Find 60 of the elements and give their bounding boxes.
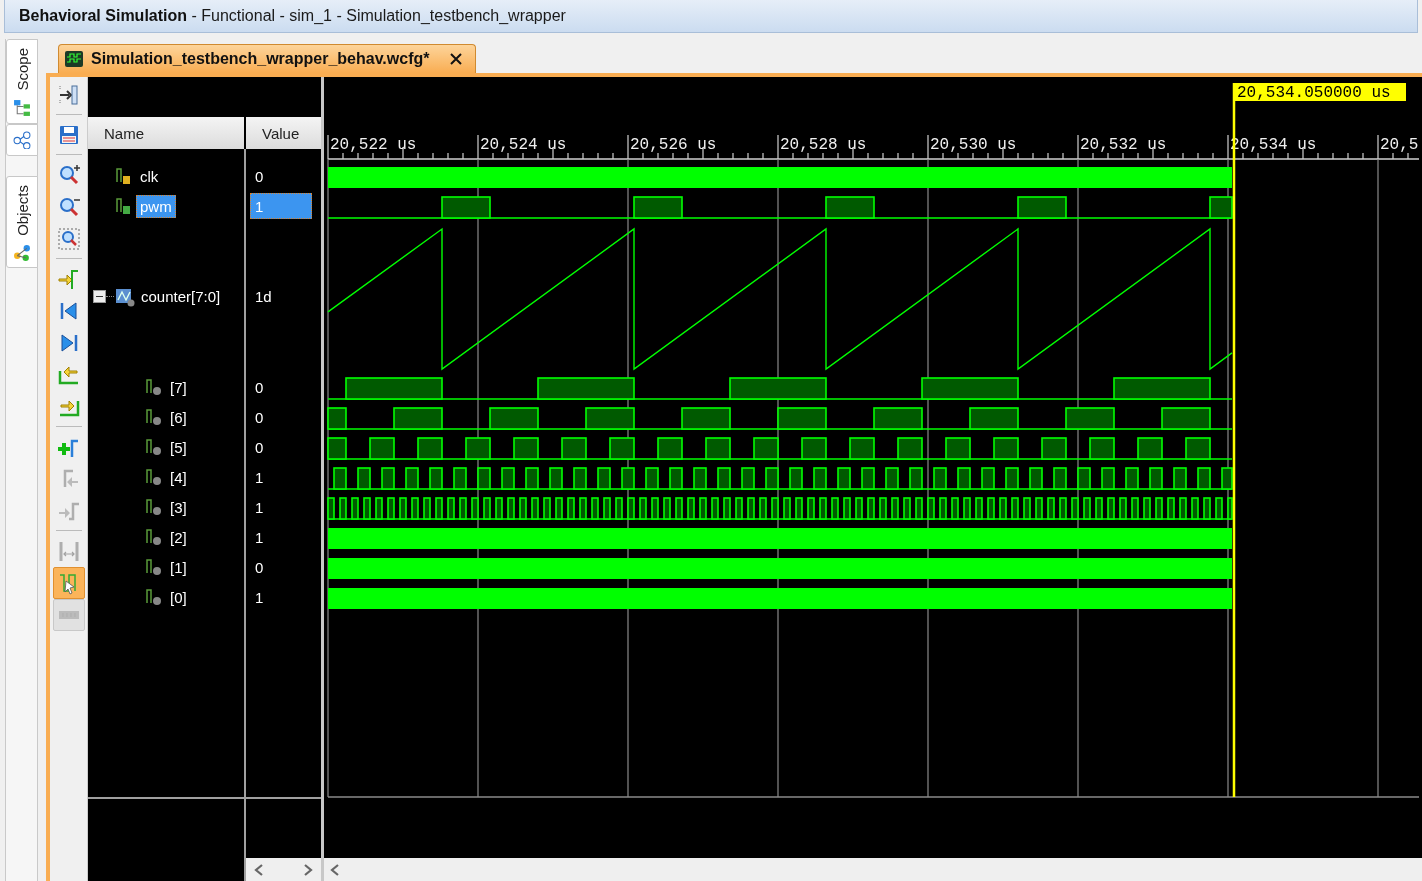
signal-name[interactable]: [3] xyxy=(166,495,191,519)
chevron-right-icon[interactable] xyxy=(303,863,313,876)
signal-name[interactable]: [1] xyxy=(166,555,191,579)
signal-value: 0 xyxy=(254,437,265,458)
side-tab[interactable] xyxy=(6,123,38,156)
signal-name[interactable]: [6] xyxy=(166,405,191,429)
time-label: 20,532 us xyxy=(1080,136,1167,154)
zoom-fit-icon xyxy=(56,227,81,251)
chevron-left-icon[interactable] xyxy=(254,863,264,876)
signal-value: 0 xyxy=(254,557,265,578)
editor-tab[interactable]: Simulation_testbench_wrapper_behav.wcfg* xyxy=(58,44,477,73)
cursor-time-label: 20,534.050000 us xyxy=(1234,83,1406,102)
signal-icon xyxy=(144,467,164,487)
signal-icon xyxy=(144,407,164,427)
time-label: 20,528 us xyxy=(780,136,867,154)
signal-name[interactable]: [7] xyxy=(166,375,191,399)
close-icon[interactable] xyxy=(449,52,464,66)
collapse-icon[interactable] xyxy=(93,290,106,303)
hierarchy-icon xyxy=(13,98,31,117)
signal-icon xyxy=(144,527,164,547)
waveform-icon xyxy=(65,51,83,67)
scrollbar[interactable] xyxy=(324,858,1422,881)
signal-icon xyxy=(144,557,164,577)
column-header[interactable]: Name xyxy=(88,117,244,149)
signal-value: 0 xyxy=(254,377,265,398)
time-label: 20,530 us xyxy=(930,136,1017,154)
window-title: Behavioral Simulation - Functional - sim_1 - Simulation_testbench_wrapper xyxy=(19,7,566,25)
signal-name[interactable]: [2] xyxy=(166,525,191,549)
scrollbar[interactable] xyxy=(246,858,321,881)
signal-value: 1 xyxy=(254,467,265,488)
chevron-left-icon[interactable] xyxy=(330,863,340,876)
signal-icon xyxy=(144,437,164,457)
column-header[interactable]: Value xyxy=(246,117,321,149)
signal-name[interactable]: clk xyxy=(136,164,163,188)
signal-value: 1 xyxy=(254,497,265,518)
time-label: 20,526 us xyxy=(630,136,717,154)
side-tab[interactable]: Scope xyxy=(6,39,38,124)
time-label: 20,5 xyxy=(1380,136,1419,154)
signal-name[interactable]: [4] xyxy=(166,465,191,489)
time-label: 20,524 us xyxy=(480,136,567,154)
signal-icon xyxy=(144,497,164,517)
signal-icon xyxy=(144,587,164,607)
signal-icon xyxy=(144,377,164,397)
signal-value: 1d xyxy=(254,287,273,307)
signal-value: 1 xyxy=(250,193,312,219)
signal-name[interactable]: [5] xyxy=(166,435,191,459)
arrow-step-icon xyxy=(56,267,81,291)
share-nodes-icon xyxy=(13,130,31,149)
signal-value: 0 xyxy=(254,166,265,187)
molecule-icon xyxy=(13,243,31,262)
signal-name[interactable]: counter[7:0] xyxy=(137,285,225,308)
bus-icon xyxy=(115,286,135,307)
signal-value: 1 xyxy=(254,527,265,548)
time-label: 20,522 us xyxy=(330,136,417,154)
time-ruler[interactable] xyxy=(327,134,1419,160)
side-tab[interactable]: Objects xyxy=(6,175,38,269)
signal-name[interactable]: [0] xyxy=(166,585,191,609)
signal-value: 0 xyxy=(254,407,265,428)
signal-value: 1 xyxy=(254,587,265,608)
panel-arrow-icon xyxy=(56,83,81,107)
